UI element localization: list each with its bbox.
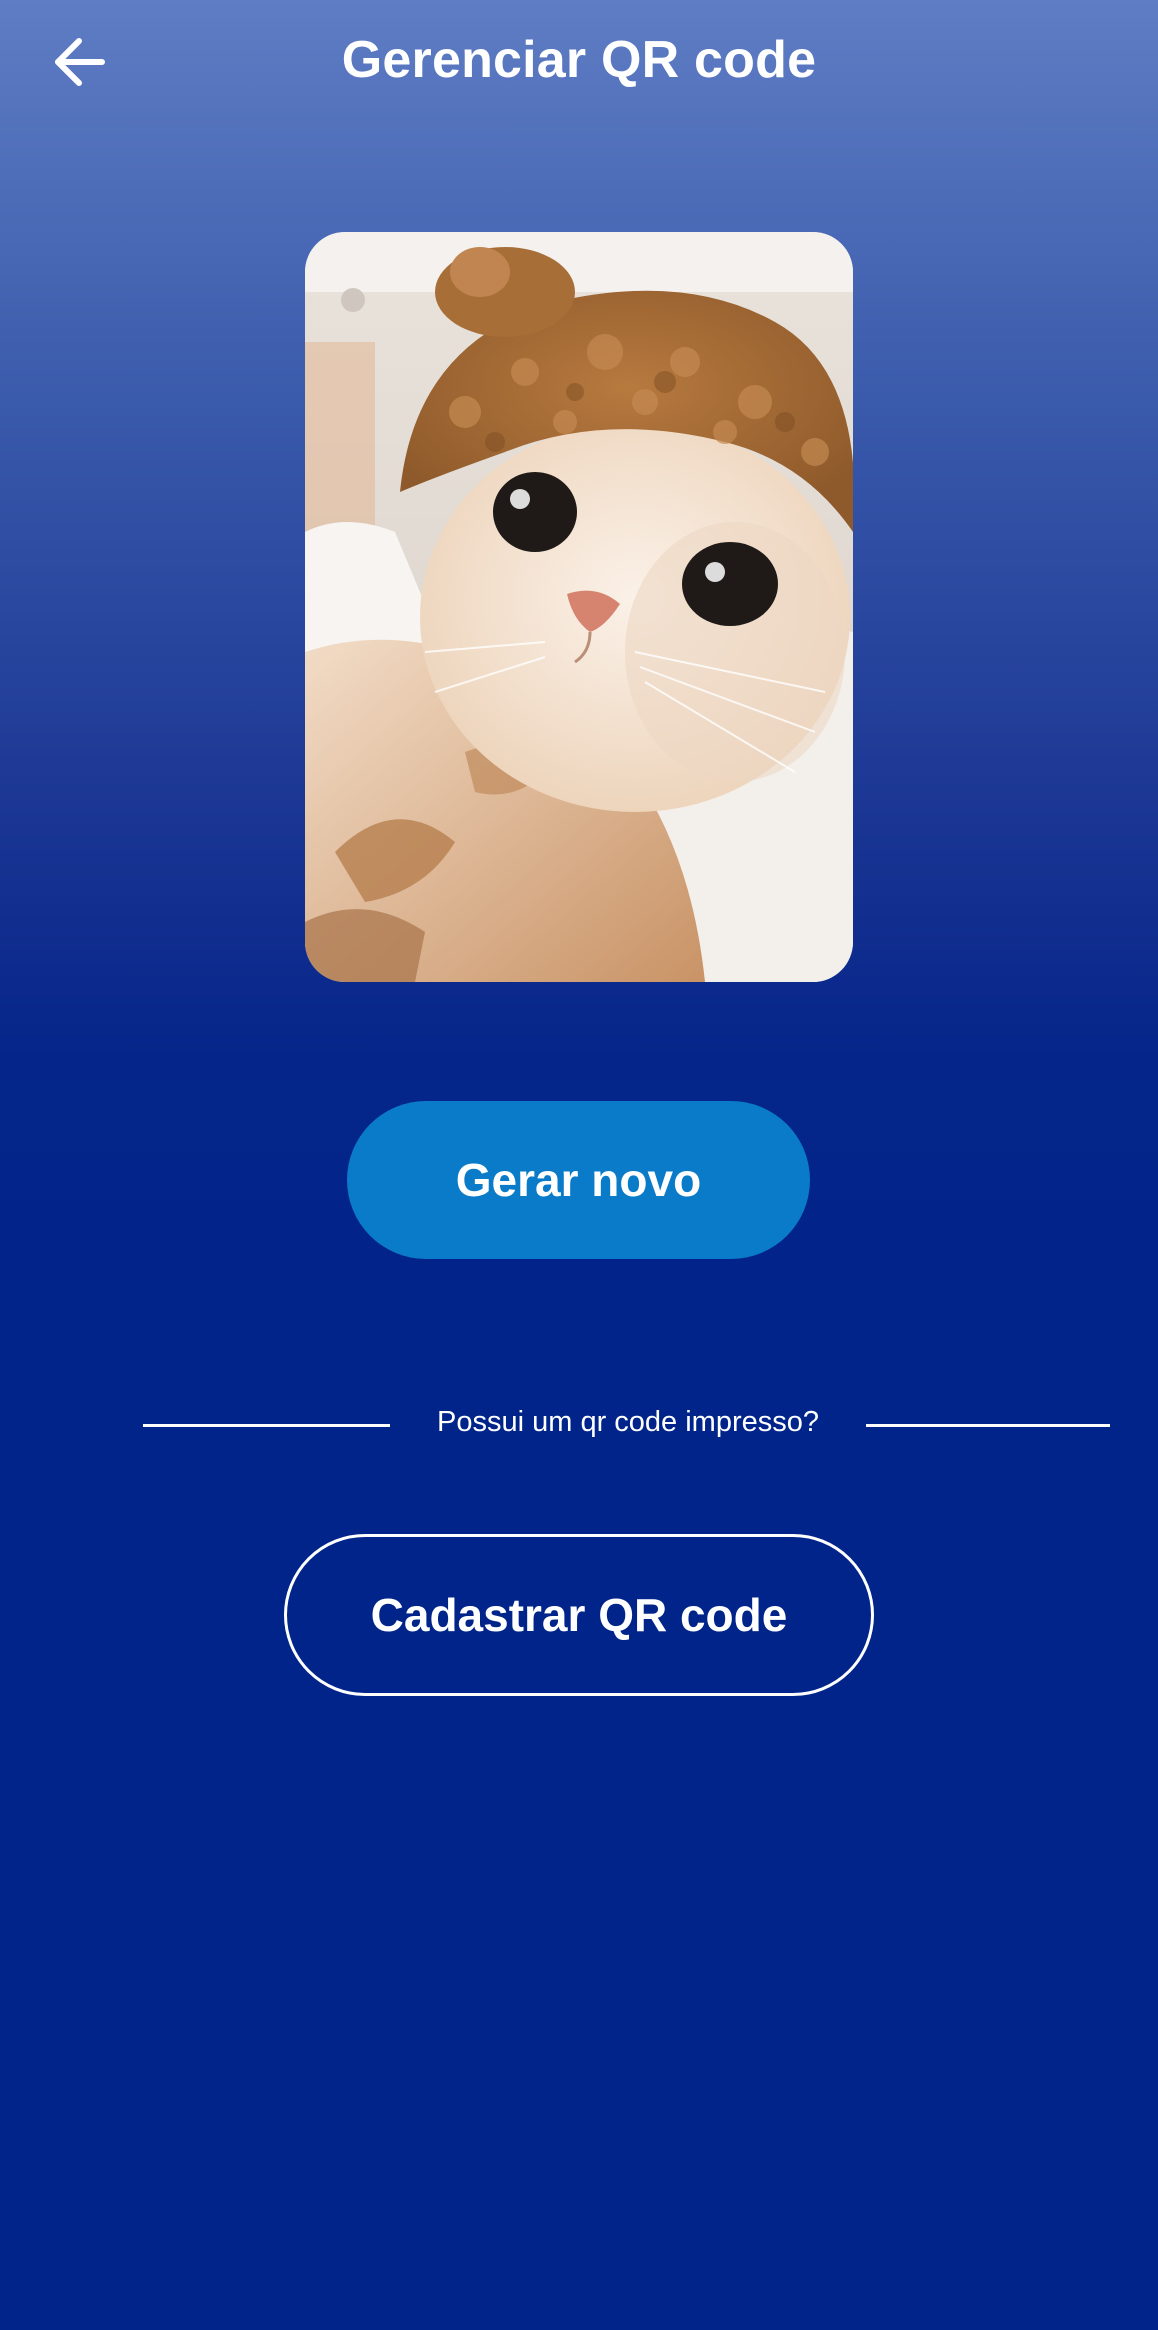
- cat-photo: [305, 232, 853, 982]
- generate-new-button[interactable]: Gerar novo: [347, 1101, 810, 1259]
- divider-line-left: [143, 1424, 390, 1427]
- printed-qr-divider: Possui um qr code impresso?: [143, 1400, 1110, 1450]
- register-qr-code-button[interactable]: Cadastrar QR code: [284, 1534, 874, 1696]
- divider-line-right: [866, 1424, 1110, 1427]
- qr-code-photo: [305, 232, 853, 982]
- divider-text: Possui um qr code impresso?: [437, 1406, 819, 1438]
- app-header: Gerenciar QR code: [0, 0, 1158, 130]
- page-title: Gerenciar QR code: [341, 31, 817, 89]
